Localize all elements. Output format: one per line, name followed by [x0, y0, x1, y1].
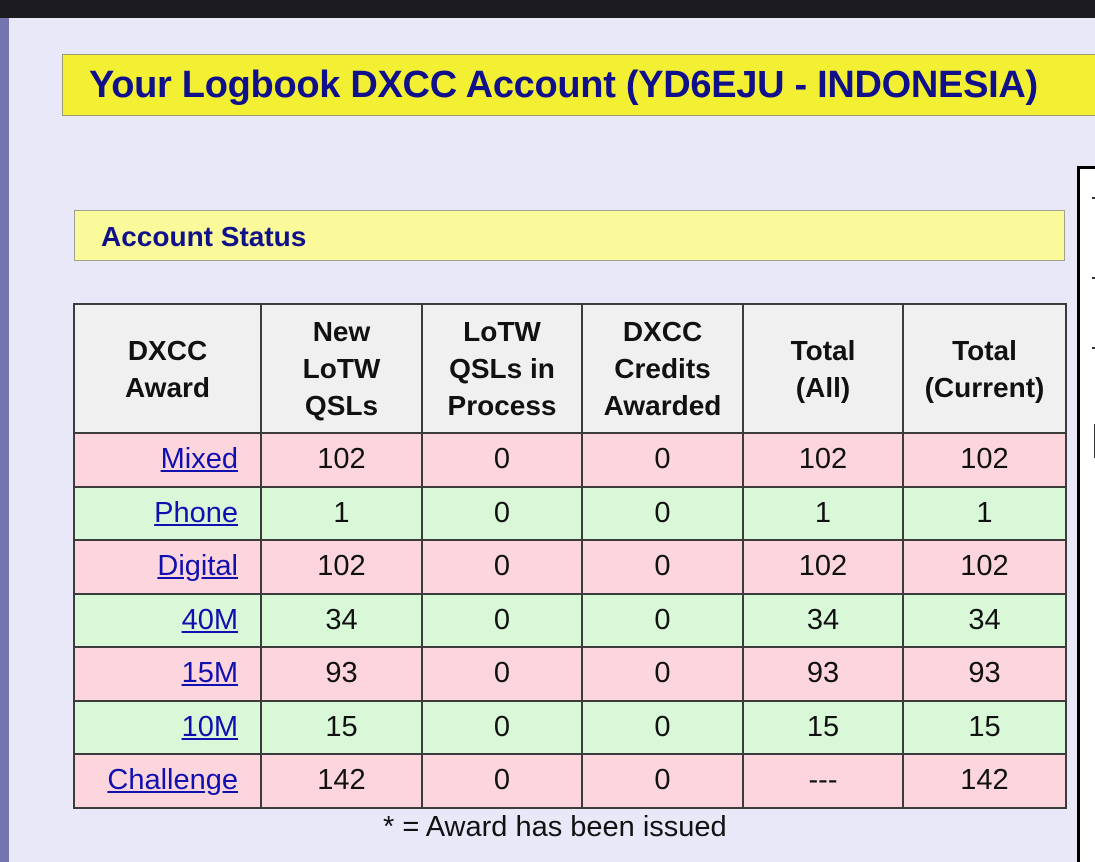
table-row: 15M 93 0 0 93 93 — [73, 646, 1067, 702]
in-process-cell: 0 — [421, 485, 583, 541]
table-row: 40M 34 0 0 34 34 — [73, 592, 1067, 648]
credits-cell: 0 — [581, 485, 744, 541]
in-process-cell: 0 — [421, 432, 583, 488]
award-link-phone[interactable]: Phone — [154, 497, 238, 529]
header-line: Award — [124, 371, 211, 403]
credits-cell: 0 — [581, 432, 744, 488]
in-process-cell: 0 — [421, 753, 583, 809]
header-line: LoTW — [463, 316, 541, 347]
award-link-10m[interactable]: 10M — [182, 711, 238, 743]
table-header-row: DXCC Award New LoTW QSLs LoTW QSLs in Process DX… — [73, 303, 1067, 434]
header-line: QSLs — [304, 390, 379, 421]
new-lotw-cell: 15 — [260, 699, 423, 755]
total-all-cell: 1 — [742, 485, 904, 541]
credits-cell: 0 — [581, 539, 744, 595]
total-all-cell: --- — [742, 753, 904, 809]
header-lotw-qsls-in-process: LoTW QSLs in Process — [421, 303, 583, 434]
total-all-cell: 34 — [742, 592, 904, 648]
award-cell: Challenge — [73, 753, 262, 809]
award-link-mixed[interactable]: Mixed — [161, 443, 238, 475]
credits-cell: 0 — [581, 646, 744, 702]
new-lotw-cell: 93 — [260, 646, 423, 702]
page-title: Your Logbook DXCC Account (YD6EJU - INDO… — [89, 64, 1038, 106]
new-lotw-cell: 1 — [260, 485, 423, 541]
new-lotw-cell: 102 — [260, 432, 423, 488]
award-cell: Mixed — [73, 432, 262, 488]
page-title-banner: Your Logbook DXCC Account (YD6EJU - INDO… — [62, 54, 1095, 116]
total-current-cell: 1 — [902, 485, 1067, 541]
header-line: Total — [952, 334, 1017, 366]
award-link-challenge[interactable]: Challenge — [107, 764, 238, 796]
award-link-40m[interactable]: 40M — [182, 604, 238, 636]
header-line: (All) — [795, 371, 851, 403]
header-line: Process — [447, 390, 557, 421]
table-row: Digital 102 0 0 102 102 — [73, 539, 1067, 595]
total-all-cell: 102 — [742, 432, 904, 488]
credits-cell: 0 — [581, 753, 744, 809]
header-line: QSLs in — [449, 353, 555, 384]
award-cell: 40M — [73, 592, 262, 648]
total-all-cell: 15 — [742, 699, 904, 755]
header-total-all: Total (All) — [742, 303, 904, 434]
side-panel-edge — [1077, 166, 1095, 862]
total-current-cell: 142 — [902, 753, 1067, 809]
dxcc-account-table: DXCC Award New LoTW QSLs LoTW QSLs in Process DX… — [73, 303, 1067, 809]
section-title: Account Status — [101, 221, 307, 252]
award-cell: 10M — [73, 699, 262, 755]
table-row: Challenge 142 0 0 --- 142 — [73, 753, 1067, 809]
in-process-cell: 0 — [421, 592, 583, 648]
header-line: LoTW — [302, 353, 381, 384]
account-status-banner: Account Status — [74, 210, 1065, 261]
header-total-current: Total (Current) — [902, 303, 1067, 434]
header-line: Total — [790, 334, 856, 366]
in-process-cell: 0 — [421, 539, 583, 595]
new-lotw-cell: 102 — [260, 539, 423, 595]
award-cell: 15M — [73, 646, 262, 702]
in-process-cell: 0 — [421, 646, 583, 702]
header-line: DXCC — [622, 316, 703, 347]
header-dxcc-credits-awarded: DXCC Credits Awarded — [581, 303, 744, 434]
table-body: Mixed 102 0 0 102 102 Phone 1 0 0 1 1 Digital 102 0 0 10… — [73, 432, 1067, 809]
header-dxcc-award: DXCC Award — [73, 303, 262, 434]
table-row: 10M 15 0 0 15 15 — [73, 699, 1067, 755]
table-row: Mixed 102 0 0 102 102 — [73, 432, 1067, 488]
new-lotw-cell: 142 — [260, 753, 423, 809]
footnote: * = Award has been issued — [383, 811, 727, 843]
new-lotw-cell: 34 — [260, 592, 423, 648]
award-cell: Digital — [73, 539, 262, 595]
award-link-digital[interactable]: Digital — [157, 550, 238, 582]
award-cell: Phone — [73, 485, 262, 541]
page: Your Logbook DXCC Account (YD6EJU - INDO… — [0, 0, 1095, 862]
total-current-cell: 102 — [902, 539, 1067, 595]
browser-top-bar — [0, 0, 1095, 18]
total-current-cell: 102 — [902, 432, 1067, 488]
left-frame-edge — [0, 18, 9, 862]
header-line: New — [312, 316, 371, 347]
award-link-15m[interactable]: 15M — [182, 657, 238, 689]
table-row: Phone 1 0 0 1 1 — [73, 485, 1067, 541]
header-line: Awarded — [603, 390, 722, 421]
header-line: DXCC — [127, 334, 208, 366]
header-line: Credits — [614, 353, 711, 384]
credits-cell: 0 — [581, 592, 744, 648]
header-new-lotw-qsls: New LoTW QSLs — [260, 303, 423, 434]
in-process-cell: 0 — [421, 699, 583, 755]
total-all-cell: 102 — [742, 539, 904, 595]
header-line: (Current) — [924, 371, 1045, 403]
total-current-cell: 34 — [902, 592, 1067, 648]
total-all-cell: 93 — [742, 646, 904, 702]
total-current-cell: 93 — [902, 646, 1067, 702]
credits-cell: 0 — [581, 699, 744, 755]
total-current-cell: 15 — [902, 699, 1067, 755]
